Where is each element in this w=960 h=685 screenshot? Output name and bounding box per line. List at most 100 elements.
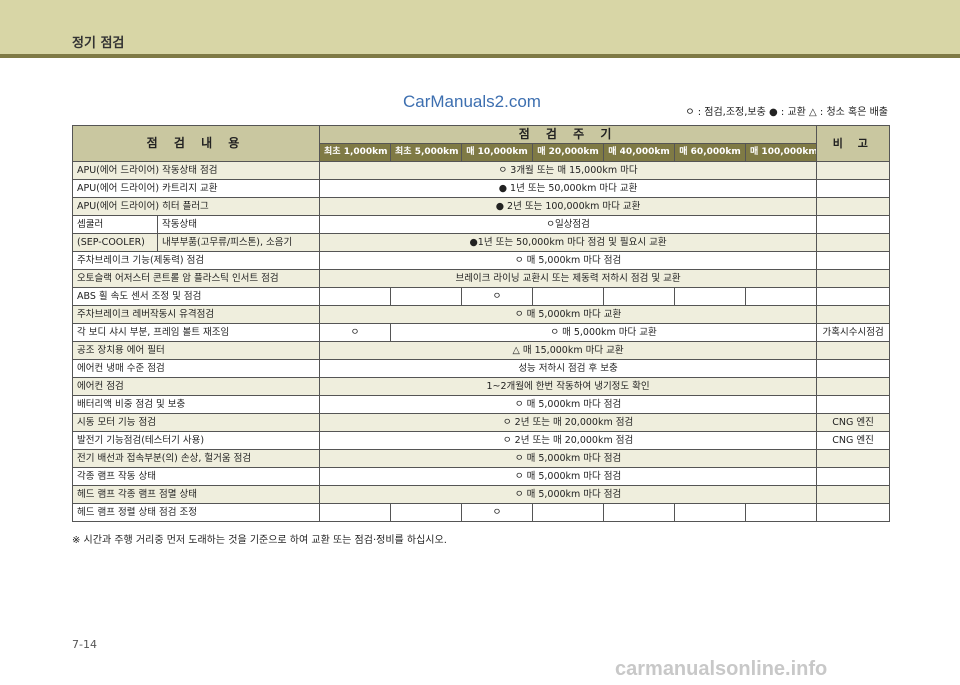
period-span: ㅇ 매 5,000km 마다 점검	[319, 449, 818, 468]
header-period: 점 검 주 기	[319, 125, 818, 144]
row-item: 작동상태	[156, 215, 321, 234]
row-item: APU(에어 드라이어) 작동상태 점검	[71, 161, 321, 180]
table-row: 배터리액 비중 점검 및 보충 ㅇ 매 5,000km 마다 점검	[71, 395, 891, 414]
header-bar	[0, 0, 960, 54]
row-note	[816, 359, 891, 378]
table-row: 각 보디 샤시 부분, 프레임 볼트 재조임 ㅇㅇ 매 5,000km 마다 교환…	[71, 323, 891, 342]
watermark-top: CarManuals2.com	[403, 92, 541, 111]
row-item: 발전기 기능점검(테스터기 사용)	[71, 431, 321, 450]
period-cell	[745, 503, 818, 522]
row-group-label: (SEP-COOLER)	[72, 233, 158, 252]
row-item: 주차브레이크 기능(제동력) 점검	[71, 251, 321, 270]
table-row: 각종 램프 작동 상태 ㅇ 매 5,000km 마다 점검	[71, 467, 891, 486]
table-row: 전기 배선과 접속부분(의) 손상, 헐거움 점검 ㅇ 매 5,000km 마다 …	[71, 449, 891, 468]
maintenance-table: 점 검 내 용 점 검 주 기 비 고 최초 1,000km 최초 5,000k…	[71, 125, 891, 522]
period-cell	[603, 287, 676, 306]
period-cell	[603, 503, 676, 522]
table-row: APU(에어 드라이어) 카트리지 교환 ● 1년 또는 50,000km 마다 …	[71, 179, 891, 198]
period-span: ㅇ 매 5,000km 마다 교환	[319, 305, 818, 324]
legend: ㅇ : 점검,조정,보충 ● : 교환 △ : 청소 혹은 배출	[685, 107, 888, 118]
period-span: 브레이크 라이닝 교환시 또는 제동력 저하시 점검 및 교환	[319, 269, 818, 288]
row-item: 전기 배선과 접속부분(의) 손상, 헐거움 점검	[71, 449, 321, 468]
row-item: 공조 장치용 에어 필터	[71, 341, 321, 360]
row-note	[816, 251, 891, 270]
row-item: 에어컨 점검	[71, 377, 321, 396]
row-item: APU(에어 드라이어) 카트리지 교환	[71, 179, 321, 198]
page-title: 정기 점검	[72, 36, 125, 51]
header-item: 점 검 내 용	[71, 125, 321, 162]
period-cell	[532, 287, 605, 306]
row-note	[816, 377, 891, 396]
table-row: ABS 휠 속도 센서 조정 및 점검 ㅇ	[71, 287, 891, 306]
page-number: 7-14	[72, 638, 97, 651]
table-row: 공조 장치용 에어 필터 △ 매 15,000km 마다 교환	[71, 341, 891, 360]
period-span: ㅇ 2년 또는 매 20,000km 점검	[319, 413, 818, 432]
row-note: 가혹시수시점검	[816, 323, 891, 342]
row-note	[816, 341, 891, 360]
table-row: 셉쿨러 작동상태 ㅇ일상점검	[72, 215, 891, 234]
period-span: ●1년 또는 50,000km 마다 점검 및 필요시 교환	[319, 233, 818, 252]
row-note	[816, 449, 891, 468]
period-cell	[745, 287, 818, 306]
table-row: 시동 모터 기능 점검 ㅇ 2년 또는 매 20,000km 점검 CNG 엔진	[71, 413, 891, 432]
row-note	[816, 395, 891, 414]
period-span: ㅇ 매 5,000km 마다 점검	[319, 251, 818, 270]
table-row: 에어컨 냉매 수준 점검 성능 저하시 점검 후 보충	[71, 359, 891, 378]
table-row: 오토슬랙 어저스터 콘트롤 암 플라스틱 인서트 점검 브레이크 라이닝 교환시 …	[71, 269, 891, 288]
period-cell	[532, 503, 605, 522]
row-item: 각종 램프 작동 상태	[71, 467, 321, 486]
row-item: 시동 모터 기능 점검	[71, 413, 321, 432]
row-item: 오토슬랙 어저스터 콘트롤 암 플라스틱 인서트 점검	[71, 269, 321, 288]
table-row: 발전기 기능점검(테스터기 사용) ㅇ 2년 또는 매 20,000km 점검 CN…	[71, 431, 891, 450]
row-item: 헤드 램프 정렬 상태 점검 조정	[71, 503, 321, 522]
row-item: 주차브레이크 레버작동시 유격점검	[71, 305, 321, 324]
row-item: 헤드 램프 각종 램프 점멸 상태	[71, 485, 321, 504]
period-cell	[319, 287, 392, 306]
watermark-bottom: carmanualsonline.info	[615, 658, 828, 680]
period-span: ㅇ 매 5,000km 마다 점검	[319, 395, 818, 414]
period-cell	[674, 503, 747, 522]
period-span: △ 매 15,000km 마다 교환	[319, 341, 818, 360]
period-header: 매 100,000km	[745, 143, 818, 162]
period-header: 매 10,000km	[461, 143, 534, 162]
row-note	[816, 305, 891, 324]
table-row: (SEP-COOLER) 내부부품(고무류/피스톤), 소음기 ●1년 또는 50,…	[72, 233, 891, 252]
table-row: 에어컨 점검 1~2개월에 한번 작동하여 냉기정도 확인	[71, 377, 891, 396]
row-item: 에어컨 냉매 수준 점검	[71, 359, 321, 378]
period-span: ㅇ 매 5,000km 마다 점검	[319, 467, 818, 486]
table-row: 헤드 램프 정렬 상태 점검 조정 ㅇ	[71, 503, 891, 522]
table-row: APU(에어 드라이어) 히터 플러그 ● 2년 또는 100,000km 마다 …	[71, 197, 891, 216]
period-span: 1~2개월에 한번 작동하여 냉기정도 확인	[319, 377, 818, 396]
period-span: ㅇ일상점검	[319, 215, 818, 234]
period-span: 성능 저하시 점검 후 보충	[319, 359, 818, 378]
period-cell	[390, 503, 463, 522]
row-item: 내부부품(고무류/피스톤), 소음기	[156, 233, 321, 252]
period-span: ㅇ 3개월 또는 매 15,000km 마다	[319, 161, 818, 180]
row-note	[816, 467, 891, 486]
table-row: 주차브레이크 기능(제동력) 점검 ㅇ 매 5,000km 마다 점검	[71, 251, 891, 270]
period-header: 매 20,000km	[532, 143, 605, 162]
period-cell: ㅇ	[461, 287, 534, 306]
row-note: CNG 엔진	[816, 431, 891, 450]
footnote: ※ 시간과 주행 거리중 먼저 도래하는 것을 기준으로 하여 교환 또는 점검…	[72, 535, 447, 546]
period-header: 매 60,000km	[674, 143, 747, 162]
period-cell: ㅇ	[461, 503, 534, 522]
period-cell: ㅇ	[319, 323, 392, 342]
period-cell	[390, 287, 463, 306]
row-note	[816, 287, 891, 306]
period-cell	[674, 287, 747, 306]
row-note	[816, 269, 891, 288]
table-row: 주차브레이크 레버작동시 유격점검 ㅇ 매 5,000km 마다 교환	[71, 305, 891, 324]
row-note	[816, 197, 891, 216]
row-group-label: 셉쿨러	[72, 215, 158, 234]
row-item: ABS 휠 속도 센서 조정 및 점검	[71, 287, 321, 306]
row-note	[816, 233, 891, 252]
table-row: APU(에어 드라이어) 작동상태 점검 ㅇ 3개월 또는 매 15,000km …	[71, 161, 891, 180]
period-header: 최초 5,000km	[390, 143, 463, 162]
period-header: 최초 1,000km	[319, 143, 392, 162]
header-note: 비 고	[816, 125, 891, 162]
row-item: APU(에어 드라이어) 히터 플러그	[71, 197, 321, 216]
period-cell	[319, 503, 392, 522]
row-note	[816, 161, 891, 180]
period-span: ㅇ 2년 또는 매 20,000km 점검	[319, 431, 818, 450]
